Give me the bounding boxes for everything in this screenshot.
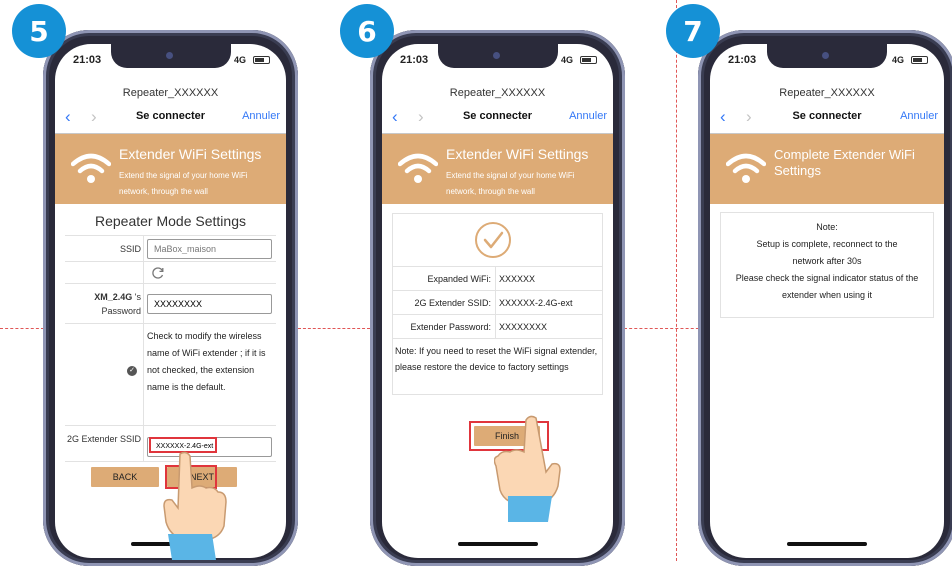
settings-banner: Extender WiFi Settings Extend the signal… xyxy=(55,133,286,204)
expanded-wifi-value: XXXXXX xyxy=(499,274,536,284)
extender-password-row: Extender Password: XXXXXXXX xyxy=(393,314,602,339)
ssid-row: SSID xyxy=(65,235,276,262)
dashed-guide xyxy=(624,328,704,329)
browser-nav: ‹ › Se connecter Annuler xyxy=(710,107,944,129)
extender-ssid-value: XXXXXX-2.4G-ext xyxy=(499,298,573,308)
cancel-link[interactable]: Annuler xyxy=(242,110,280,122)
status-time: 21:03 xyxy=(73,54,102,66)
banner-title: Extender WiFi Settings xyxy=(446,146,589,162)
password-label-ssid: XM_2.4G xyxy=(94,292,133,302)
signal-icon: 4G xyxy=(233,55,246,65)
status-bar: 21:03 4G xyxy=(728,54,928,68)
phone-step-7: 21:03 4G Repeater_XXXXXX ‹ › Se connecte… xyxy=(698,30,952,566)
dashed-guide xyxy=(676,0,677,561)
rename-row: ✓ Check to modify the wireless name of W… xyxy=(65,323,276,426)
form-title: Repeater Mode Settings xyxy=(95,213,246,229)
note-title: Note: xyxy=(816,222,838,232)
browser-nav: ‹ › Se connecter Annuler xyxy=(55,107,286,129)
extender-ssid-label: 2G Extender SSID xyxy=(66,434,141,444)
battery-icon xyxy=(911,56,928,64)
pointing-hand-icon xyxy=(163,451,227,560)
dashed-guide xyxy=(298,328,370,329)
complete-note-panel: Note: Setup is complete, reconnect to th… xyxy=(720,212,934,318)
browser-nav: ‹ › Se connecter Annuler xyxy=(382,107,613,129)
step-badge-6: 6 xyxy=(340,4,394,58)
extender-password-label: Extender Password: xyxy=(410,322,491,332)
cancel-link[interactable]: Annuler xyxy=(900,110,938,122)
expanded-wifi-row: Expanded WiFi: XXXXXX xyxy=(393,266,602,291)
wifi-icon xyxy=(71,153,111,183)
refresh-icon[interactable] xyxy=(151,266,165,280)
cancel-link[interactable]: Annuler xyxy=(569,110,607,122)
expanded-wifi-label: Expanded WiFi: xyxy=(427,274,491,284)
signal-icon: 4G xyxy=(560,55,573,65)
checkbox-checked-icon[interactable]: ✓ xyxy=(127,366,137,376)
wifi-icon xyxy=(726,153,766,183)
battery-icon xyxy=(580,56,597,64)
status-bar: 21:03 4G xyxy=(73,54,270,68)
extender-ssid-row: 2G Extender SSID: XXXXXX-2.4G-ext xyxy=(393,290,602,315)
extender-password-value: XXXXXXXX xyxy=(499,322,548,332)
signal-icon: 4G xyxy=(891,55,904,65)
banner-title: Extender WiFi Settings xyxy=(119,146,262,162)
ssid-input[interactable] xyxy=(147,239,272,259)
phone-screen: 21:03 4G Repeater_XXXXXX ‹ › Se connecte… xyxy=(710,44,944,558)
extender-ssid-label: 2G Extender SSID: xyxy=(414,298,491,308)
complete-banner: Complete Extender WiFi Settings xyxy=(710,133,944,204)
reset-note: Note: If you need to reset the WiFi sign… xyxy=(395,346,598,372)
page-host: Repeater_XXXXXX xyxy=(779,87,875,99)
settings-banner: Extender WiFi Settings Extend the signal… xyxy=(382,133,613,204)
step-badge-7: 7 xyxy=(666,4,720,58)
battery-icon xyxy=(253,56,270,64)
pointing-hand-icon xyxy=(494,415,561,522)
home-indicator xyxy=(787,542,867,546)
page-host: Repeater_XXXXXX xyxy=(449,87,546,99)
status-bar: 21:03 4G xyxy=(400,54,597,68)
banner-subtitle: Extend the signal of your home WiFi netw… xyxy=(119,171,248,196)
wifi-icon xyxy=(398,153,438,183)
ssid-label: SSID xyxy=(119,244,141,254)
back-button[interactable]: BACK xyxy=(91,467,159,487)
reconnect-note: Setup is complete, reconnect to the netw… xyxy=(756,239,898,266)
refresh-row xyxy=(65,261,276,284)
check-circle-icon xyxy=(475,222,511,258)
banner-title: Complete Extender WiFi Settings xyxy=(774,147,915,178)
password-label: XM_2.4G 's Password xyxy=(65,290,141,318)
step-badge-5: 5 xyxy=(12,4,66,58)
reset-note-row: Note: If you need to reset the WiFi sign… xyxy=(393,338,602,395)
summary-panel: Expanded WiFi: XXXXXX 2G Extender SSID: … xyxy=(392,213,603,395)
password-row: XM_2.4G 's Password xyxy=(65,283,276,324)
dashed-guide xyxy=(0,328,44,329)
status-time: 21:03 xyxy=(400,54,429,66)
page-host: Repeater_XXXXXX xyxy=(122,87,219,99)
banner-subtitle: Extend the signal of your home WiFi netw… xyxy=(446,171,575,196)
signal-check-note: Please check the signal indicator status… xyxy=(735,273,919,300)
rename-hint: Check to modify the wireless name of WiF… xyxy=(147,331,266,392)
status-time: 21:03 xyxy=(728,54,757,66)
password-input[interactable] xyxy=(147,294,272,314)
home-indicator xyxy=(457,542,538,546)
